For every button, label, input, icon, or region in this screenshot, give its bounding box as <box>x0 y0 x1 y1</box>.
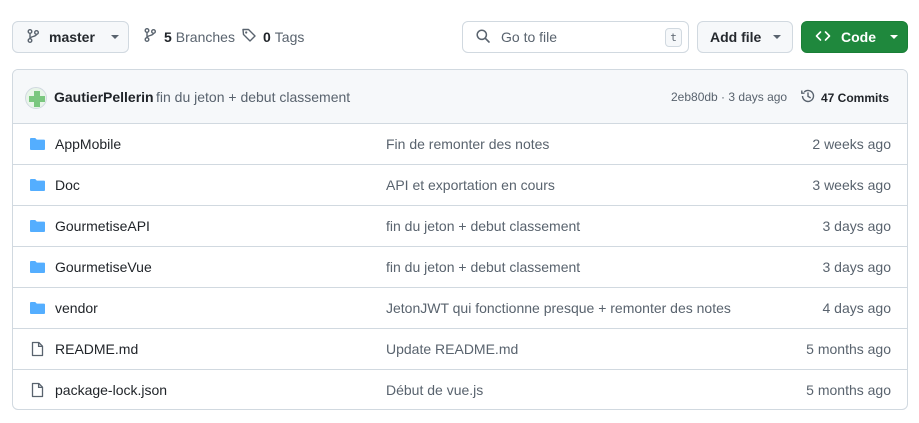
file-name-link[interactable]: package-lock.json <box>55 382 167 398</box>
commit-message[interactable]: fin du jeton + debut classement <box>156 89 350 105</box>
search-icon <box>475 28 491 47</box>
file-commit-message-link[interactable]: Fin de remonter des notes <box>386 136 549 152</box>
file-commit-message-link[interactable]: JetonJWT qui fonctionne presque + remont… <box>386 300 731 316</box>
folder-icon <box>29 218 46 234</box>
folder-icon <box>29 177 46 193</box>
file-commit-message-link[interactable]: Update README.md <box>386 341 518 357</box>
tag-icon <box>241 27 257 46</box>
file-row[interactable]: GourmetiseVue fin du jeton + debut classe… <box>13 247 907 288</box>
add-file-button[interactable]: Add file <box>697 21 793 53</box>
file-browser: GautierPellerin fin du jeton + debut cla… <box>12 69 908 410</box>
history-icon <box>800 88 816 107</box>
file-row[interactable]: package-lock.json Début de vue.js 5 months… <box>13 370 907 409</box>
file-row[interactable]: GourmetiseAPI fin du jeton + debut classe… <box>13 206 907 247</box>
file-name-link[interactable]: GourmetiseVue <box>55 259 152 275</box>
go-to-file-input[interactable]: Go to file t <box>462 21 689 53</box>
file-commit-message-link[interactable]: fin du jeton + debut classement <box>386 218 580 234</box>
tags-count: 0 <box>263 28 271 45</box>
commit-author[interactable]: GautierPellerin <box>54 89 154 105</box>
branches-count: 5 <box>164 28 172 45</box>
file-commit-date: 2 weeks ago <box>812 136 891 152</box>
file-commit-date: 3 weeks ago <box>812 177 891 193</box>
file-icon <box>29 341 46 357</box>
commits-count: 47 Commits <box>821 90 890 105</box>
file-commit-message-link[interactable]: Début de vue.js <box>386 382 483 398</box>
commits-history-link[interactable]: 47 Commits <box>800 88 889 107</box>
file-commit-message-link[interactable]: fin du jeton + debut classement <box>386 259 580 275</box>
tags-label: Tags <box>274 28 305 45</box>
file-icon <box>29 382 46 398</box>
code-label: Code <box>841 29 876 45</box>
file-row[interactable]: vendor JetonJWT qui fonctionne presque + … <box>13 288 907 329</box>
branch-name: master <box>49 29 95 45</box>
file-name-link[interactable]: vendor <box>55 300 98 316</box>
git-branch-icon <box>25 28 41 47</box>
file-commit-date: 5 months ago <box>806 382 891 398</box>
add-file-label: Add file <box>710 29 762 45</box>
file-list: AppMobile Fin de remonter des notes 2 week… <box>13 124 907 409</box>
file-name-link[interactable]: README.md <box>55 341 138 357</box>
file-commit-date: 3 days ago <box>822 259 892 275</box>
file-name-link[interactable]: AppMobile <box>55 136 121 152</box>
file-commit-date: 5 months ago <box>806 341 891 357</box>
file-row[interactable]: AppMobile Fin de remonter des notes 2 week… <box>13 124 907 165</box>
file-row[interactable]: README.md Update README.md 5 months ago <box>13 329 907 370</box>
file-commit-date: 4 days ago <box>822 300 892 316</box>
keyboard-shortcut-hint: t <box>665 28 682 47</box>
branches-link[interactable]: 5 Branches <box>142 27 235 46</box>
git-branch-icon <box>142 27 158 46</box>
avatar[interactable] <box>25 87 47 109</box>
file-commit-message-link[interactable]: API et exportation en cours <box>386 177 555 193</box>
folder-icon <box>29 300 46 316</box>
chevron-down-icon <box>110 35 119 39</box>
code-icon <box>815 28 831 47</box>
latest-commit-bar: GautierPellerin fin du jeton + debut cla… <box>13 70 907 124</box>
file-row[interactable]: Doc API et exportation en cours 3 weeks ag… <box>13 165 907 206</box>
search-placeholder: Go to file <box>501 29 558 45</box>
file-name-link[interactable]: GourmetiseAPI <box>55 218 150 234</box>
folder-icon <box>29 259 46 275</box>
file-commit-date: 3 days ago <box>822 218 892 234</box>
code-button[interactable]: Code <box>801 21 908 53</box>
commit-sha-time[interactable]: 2eb80db · 3 days ago <box>671 90 787 104</box>
folder-icon <box>29 136 46 152</box>
file-name-link[interactable]: Doc <box>55 177 80 193</box>
branches-label: Branches <box>175 28 235 45</box>
repo-toolbar: master 5 Branches 0 Tags Go to file t Ad… <box>0 0 919 60</box>
chevron-down-icon <box>890 35 898 39</box>
chevron-down-icon <box>773 35 782 39</box>
tags-link[interactable]: 0 Tags <box>241 27 304 46</box>
branch-select-button[interactable]: master <box>12 21 129 53</box>
